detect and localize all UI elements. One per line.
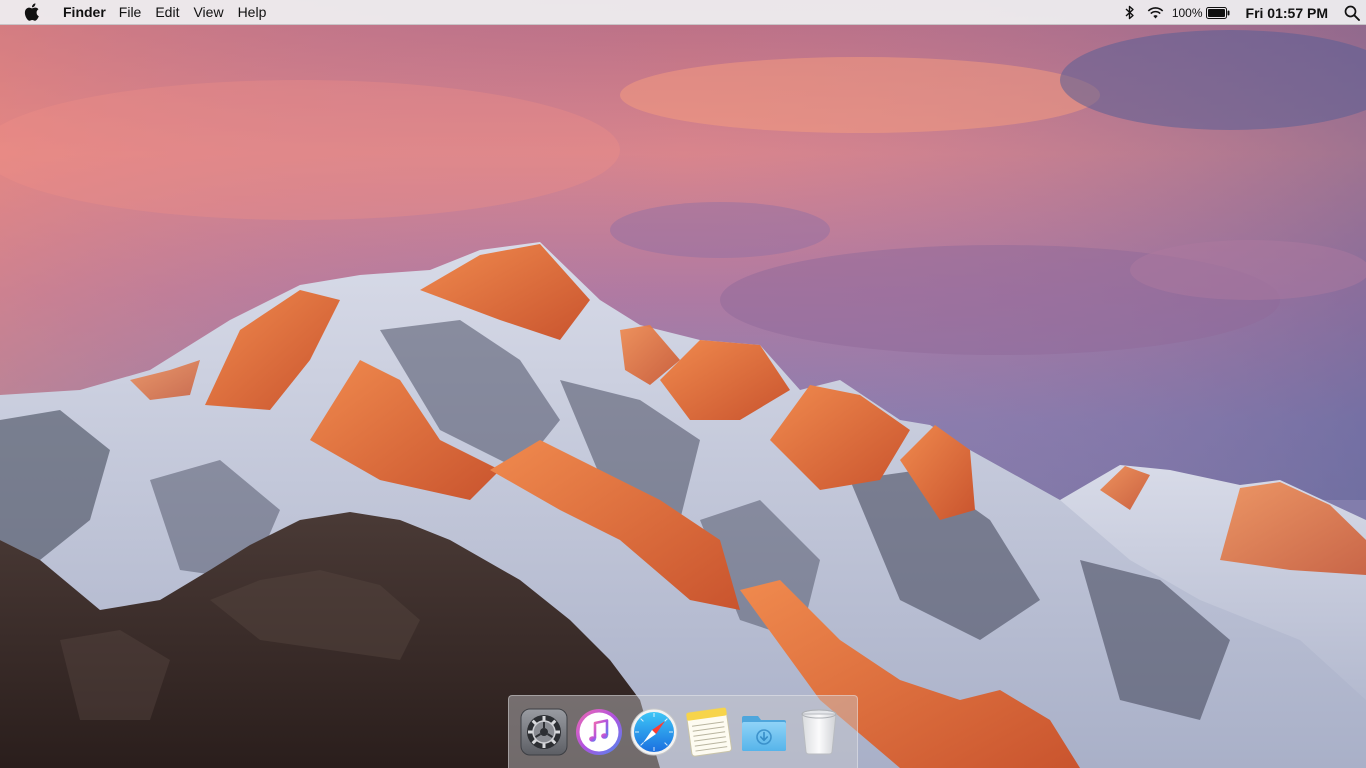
desktop-wallpaper [0, 0, 1366, 768]
apple-logo-icon[interactable] [24, 2, 42, 22]
app-menu-finder[interactable]: Finder [63, 4, 106, 20]
desktop[interactable]: Finder File Edit View Help 100% Fri 01:5… [0, 0, 1366, 768]
menu-help[interactable]: Help [238, 4, 267, 20]
menu-clock[interactable]: Fri 01:57 PM [1246, 5, 1328, 21]
itunes-icon[interactable] [574, 707, 624, 757]
spotlight-search-icon[interactable] [1344, 5, 1360, 21]
dock [508, 695, 858, 768]
menu-file[interactable]: File [119, 4, 142, 20]
status-area: 100% Fri 01:57 PM [1125, 0, 1366, 25]
menu-edit[interactable]: Edit [155, 4, 179, 20]
wifi-icon[interactable] [1147, 6, 1164, 19]
trash-icon[interactable] [794, 707, 844, 757]
battery-icon[interactable] [1205, 6, 1230, 19]
notes-icon[interactable] [684, 707, 734, 757]
menu-view[interactable]: View [193, 4, 223, 20]
menu-bar: Finder File Edit View Help 100% Fri 01:5… [0, 0, 1366, 25]
system-preferences-icon[interactable] [519, 707, 569, 757]
downloads-folder-icon[interactable] [739, 707, 789, 757]
safari-icon[interactable] [629, 707, 679, 757]
battery-percentage[interactable]: 100% [1172, 6, 1203, 20]
bluetooth-icon[interactable] [1125, 5, 1135, 20]
